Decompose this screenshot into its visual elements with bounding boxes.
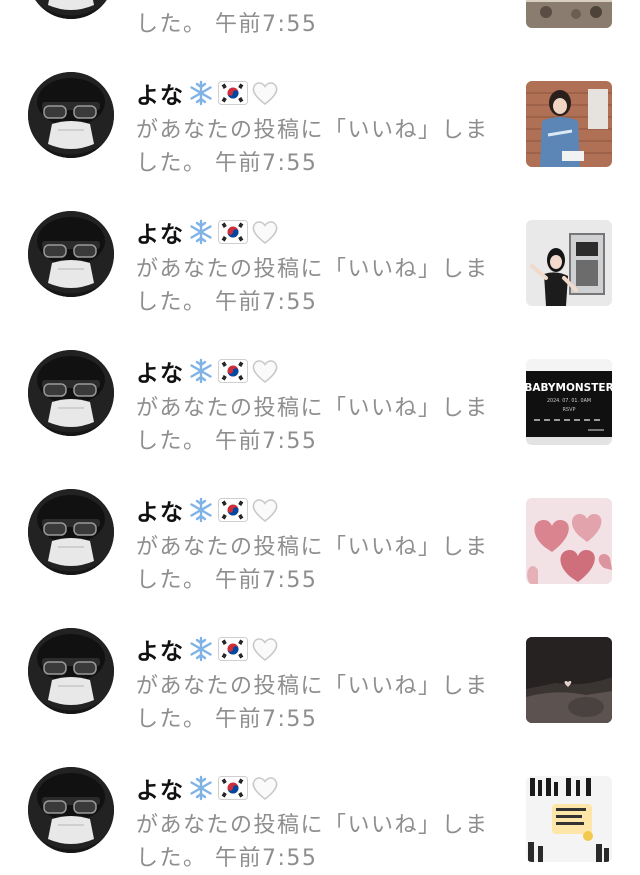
korea-flag-icon: [218, 217, 248, 247]
name-line: よな: [136, 76, 280, 110]
timestamp: 午前7:55: [215, 846, 318, 871]
snowflake-icon: [186, 78, 216, 108]
white-heart-icon: [250, 773, 280, 803]
username[interactable]: よな: [136, 354, 184, 388]
thumb-rsvp-text: RSVP: [562, 407, 575, 413]
white-heart-icon: [250, 356, 280, 386]
username[interactable]: よな: [136, 632, 184, 666]
notification-row[interactable]: よな: [0, 290, 640, 454]
white-heart-icon: [250, 78, 280, 108]
thumb-date-text: 2024. 07. 01. 0AM: [547, 398, 591, 404]
notification-row[interactable]: よな: [0, 12, 640, 176]
notification-row[interactable]: よな: [0, 151, 640, 315]
korea-flag-icon: [218, 495, 248, 525]
snowflake-icon: [186, 356, 216, 386]
thumb-brand-text: BABYMONSTER: [526, 382, 612, 394]
photo-thumbnail-collage[interactable]: [526, 776, 612, 862]
notification-row[interactable]: よな: [0, 568, 640, 732]
message-text: があなたの投稿に「いいね」しま: [136, 535, 489, 560]
white-heart-icon: [250, 217, 280, 247]
notification-list: よな: [0, 0, 640, 871]
message-text-2: した。: [136, 846, 207, 871]
name-line: よな: [136, 771, 280, 805]
username[interactable]: よな: [136, 493, 184, 527]
snowflake-icon: [186, 773, 216, 803]
white-heart-icon: [250, 634, 280, 664]
avatar[interactable]: [28, 628, 114, 714]
message-text: があなたの投稿に「いいね」しま: [136, 674, 489, 699]
snowflake-icon: [186, 217, 216, 247]
avatar[interactable]: [28, 72, 114, 158]
avatar[interactable]: [28, 489, 114, 575]
korea-flag-icon: [218, 78, 248, 108]
korea-flag-icon: [218, 634, 248, 664]
korea-flag-icon: [218, 773, 248, 803]
notification-row[interactable]: よな: [0, 429, 640, 593]
username[interactable]: よな: [136, 215, 184, 249]
message-text: があなたの投稿に「いいね」しま: [136, 118, 489, 143]
name-line: よな: [136, 354, 280, 388]
avatar[interactable]: [28, 211, 114, 297]
message-text: があなたの投稿に「いいね」しま: [136, 396, 489, 421]
notification-message: があなたの投稿に「いいね」しま した。 午前7:55: [136, 809, 496, 875]
avatar[interactable]: [28, 350, 114, 436]
name-line: よな: [136, 493, 280, 527]
white-heart-icon: [250, 495, 280, 525]
message-text: があなたの投稿に「いいね」しま: [136, 813, 489, 838]
name-line: よな: [136, 632, 280, 666]
notification-row[interactable]: よな: [0, 707, 640, 871]
message-text: があなたの投稿に「いいね」しま: [136, 0, 489, 4]
message-text: があなたの投稿に「いいね」しま: [136, 257, 489, 282]
notification-row[interactable]: よな: [0, 0, 640, 37]
username[interactable]: よな: [136, 771, 184, 805]
name-line: よな: [136, 215, 280, 249]
avatar[interactable]: [28, 767, 114, 853]
korea-flag-icon: [218, 356, 248, 386]
username[interactable]: よな: [136, 76, 184, 110]
snowflake-icon: [186, 495, 216, 525]
snowflake-icon: [186, 634, 216, 664]
